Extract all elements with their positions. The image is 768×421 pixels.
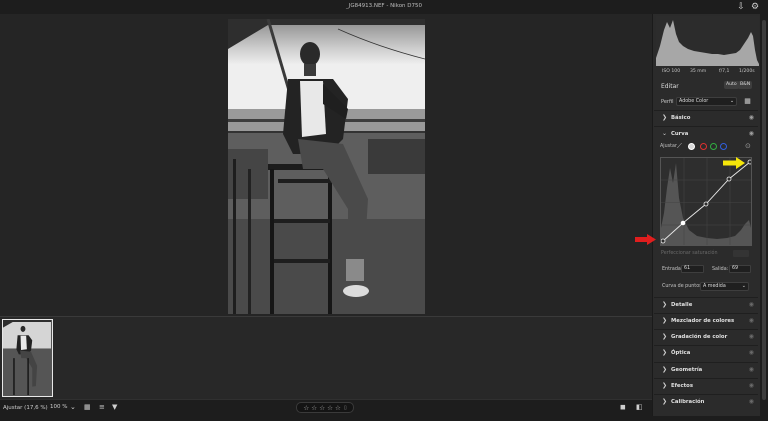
input-label: Entrada: xyxy=(662,267,683,272)
chevron-right-icon: ❯ xyxy=(662,333,668,340)
eye-icon[interactable]: ◉ xyxy=(749,301,754,308)
bw-button[interactable]: B&N xyxy=(738,81,753,89)
shutter-speed: 1/200s xyxy=(739,69,755,74)
zoom-percent-dropdown[interactable]: 100 % xyxy=(50,404,67,410)
eye-icon[interactable]: ◉ xyxy=(749,382,754,389)
split-view-icon[interactable]: ◧ xyxy=(636,403,643,412)
eye-icon[interactable]: ◉ xyxy=(749,333,754,340)
blue-channel-dot[interactable] xyxy=(720,143,727,150)
section-label: Básico xyxy=(671,115,691,121)
export-icon[interactable]: ⇩ xyxy=(736,2,746,12)
histogram xyxy=(656,16,759,66)
chevron-down-icon[interactable]: ⌄ xyxy=(70,403,76,412)
red-arrow-annotation xyxy=(635,234,656,245)
refine-saturation-label: Perfeccionar saturación xyxy=(661,251,718,256)
green-channel-dot[interactable] xyxy=(710,143,717,150)
main-photo[interactable] xyxy=(228,19,425,314)
section-optica[interactable]: ❯ Óptica ◉ xyxy=(654,345,758,360)
section-geometria[interactable]: ❯ Geometría ◉ xyxy=(654,362,758,377)
section-calibracion[interactable]: ❯ Calibración ◉ xyxy=(654,394,758,409)
point-curve-label: Curva de puntos: xyxy=(662,284,704,289)
section-detalle[interactable]: ❯ Detalle ◉ xyxy=(654,297,758,312)
section-label: Gradación de color xyxy=(671,334,728,340)
point-curve-dropdown[interactable]: A medida ⌄ xyxy=(700,282,749,291)
profile-label: Perfil xyxy=(661,99,674,105)
filmstrip-view-icon[interactable]: ◼ xyxy=(620,403,626,412)
tone-curve-editor[interactable] xyxy=(660,157,752,246)
section-label: Detalle xyxy=(671,302,693,308)
sort-icon[interactable]: ≡ xyxy=(99,403,105,412)
section-label: Calibración xyxy=(671,399,705,405)
title-bar: _JG84913.NEF - Nikon D750 xyxy=(0,0,768,14)
chevron-right-icon: ❯ xyxy=(662,114,668,121)
window-title: _JG84913.NEF - Nikon D750 xyxy=(345,3,423,9)
eye-icon[interactable]: ◉ xyxy=(749,398,754,405)
chevron-right-icon: ❯ xyxy=(662,398,668,405)
chevron-right-icon: ❯ xyxy=(662,349,668,356)
section-label: Mezclador de colores xyxy=(671,318,735,324)
section-label: Efectos xyxy=(671,383,693,389)
aperture-value: f/7,1 xyxy=(719,69,730,74)
trash-icon[interactable]: ▯ xyxy=(344,405,347,411)
view-compare-icon[interactable]: ▦ xyxy=(84,403,91,412)
section-curva[interactable]: ⌄ Curva ◉ xyxy=(654,126,758,141)
gear-icon[interactable]: ⚙ xyxy=(750,2,760,12)
chevron-right-icon: ❯ xyxy=(662,317,668,324)
zoom-fit-label[interactable]: Ajustar (17,6 %) xyxy=(3,405,48,411)
output-value-field[interactable]: 69 xyxy=(729,265,751,273)
eye-icon[interactable]: ◉ xyxy=(749,317,754,324)
eye-icon[interactable]: ◉ xyxy=(749,114,754,121)
section-label: Óptica xyxy=(671,350,691,356)
rgb-channel-dot[interactable] xyxy=(688,143,695,150)
rating-stars[interactable]: ☆ ☆ ☆ ☆ ☆ xyxy=(303,404,340,412)
scrollbar-thumb[interactable] xyxy=(762,20,766,400)
output-label: Salida: xyxy=(712,267,729,272)
target-adjust-icon[interactable]: ⊙ xyxy=(745,142,751,150)
adjust-label: Ajustar xyxy=(660,144,677,149)
chevron-right-icon: ❯ xyxy=(662,382,668,389)
chevron-down-icon: ⌄ xyxy=(729,99,734,104)
edit-title: Editar xyxy=(661,83,679,90)
auto-button[interactable]: Auto xyxy=(724,81,739,89)
red-channel-dot[interactable] xyxy=(700,143,707,150)
focal-length: 35 mm xyxy=(690,69,707,74)
filter-icon[interactable]: ▼ xyxy=(112,403,117,412)
refine-saturation-slider xyxy=(733,250,749,257)
point-curve-value: A medida xyxy=(703,284,726,289)
section-efectos[interactable]: ❯ Efectos ◉ xyxy=(654,378,758,393)
yellow-arrow-annotation xyxy=(723,157,745,169)
parametric-curve-icon[interactable]: ⟋ xyxy=(677,142,682,151)
filmstrip xyxy=(0,316,652,399)
chevron-down-icon: ⌄ xyxy=(662,130,668,137)
chevron-down-icon: ⌄ xyxy=(741,283,746,289)
profile-dropdown[interactable]: Adobe Color ⌄ xyxy=(676,97,737,106)
iso-value: ISO 100 xyxy=(662,69,681,74)
chevron-right-icon: ❯ xyxy=(662,366,668,373)
section-label: Geometría xyxy=(671,367,703,373)
profile-browser-icon[interactable]: ▦ xyxy=(743,97,752,106)
chevron-right-icon: ❯ xyxy=(662,301,668,308)
section-gradacion[interactable]: ❯ Gradación de color ◉ xyxy=(654,329,758,344)
eye-icon[interactable]: ◉ xyxy=(749,349,754,356)
eye-icon[interactable]: ◉ xyxy=(749,130,754,137)
star-rating[interactable]: ☆ ☆ ☆ ☆ ☆ ▯ xyxy=(296,402,354,413)
eye-icon[interactable]: ◉ xyxy=(749,366,754,373)
filmstrip-thumbnail[interactable] xyxy=(2,319,53,397)
input-value-field[interactable]: 61 xyxy=(681,265,704,273)
section-mezclador[interactable]: ❯ Mezclador de colores ◉ xyxy=(654,313,758,328)
section-label: Curva xyxy=(671,131,689,137)
section-basico[interactable]: ❯ Básico ◉ xyxy=(654,110,758,125)
profile-value: Adobe Color xyxy=(679,99,709,104)
